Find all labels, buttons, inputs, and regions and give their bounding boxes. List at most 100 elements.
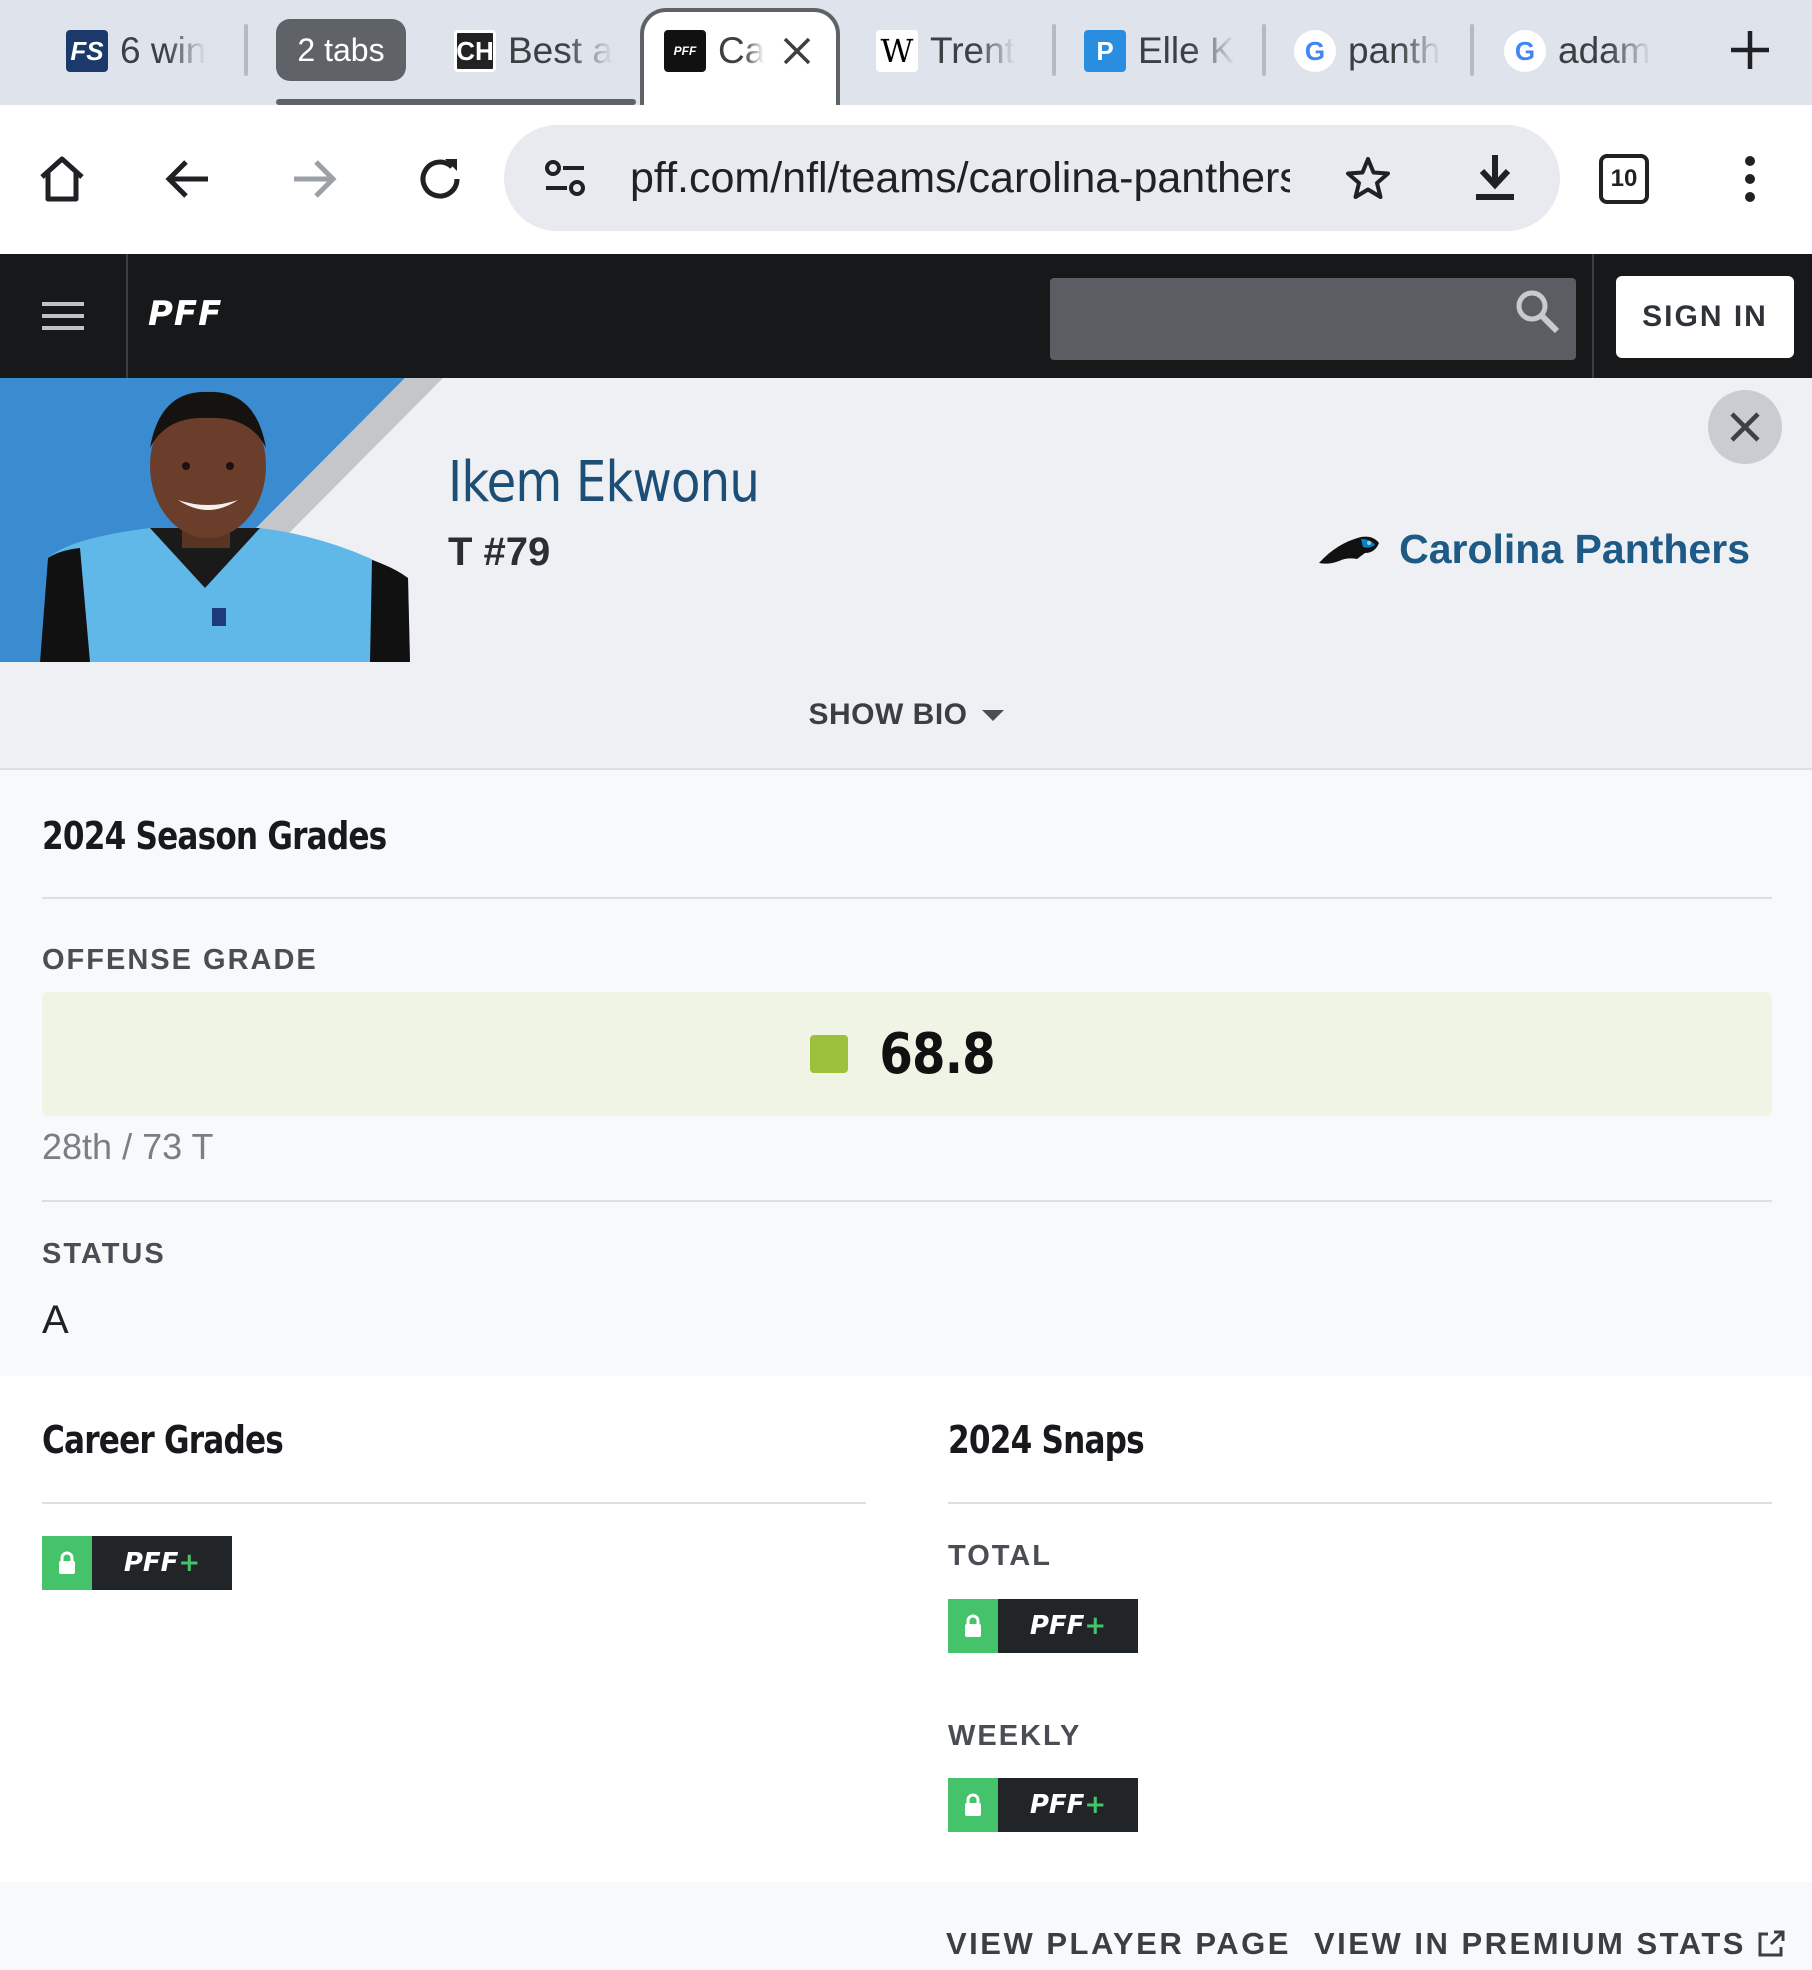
p-favicon-icon: P	[1084, 30, 1126, 72]
tab-switcher-button[interactable]: 10	[1586, 141, 1662, 217]
sign-in-button[interactable]: SIGN IN	[1616, 276, 1794, 358]
career-and-snaps-section: Career Grades PFF + 2024 Snaps TOTAL PFF +…	[0, 1376, 1812, 1882]
tab-group-chip[interactable]: 2 tabs	[276, 19, 406, 81]
tab-label: adam	[1558, 30, 1651, 71]
reload-button[interactable]	[402, 141, 478, 217]
player-position-number: T #79	[448, 530, 551, 574]
browser-tab-6[interactable]: G panth	[1294, 16, 1454, 86]
google-favicon-icon: G	[1294, 30, 1336, 72]
tab-separator	[244, 24, 248, 76]
pff-logo[interactable]: PFF	[148, 294, 222, 334]
site-header: PFF SIGN IN	[0, 254, 1812, 378]
browser-tab-3-active[interactable]: PFF Ca	[664, 16, 824, 86]
tab-label: Ca	[718, 30, 764, 71]
browser-tab-7[interactable]: G adam	[1504, 16, 1664, 86]
pff-favicon-icon: PFF	[664, 30, 706, 72]
plus-icon	[1731, 31, 1769, 69]
offense-grade-label: OFFENSE GRADE	[42, 944, 318, 976]
external-link-icon	[1758, 1930, 1785, 1957]
address-bar[interactable]: pff.com/nfl/teams/carolina-panthers	[504, 125, 1560, 231]
offense-grade-box: 68.8	[42, 992, 1772, 1116]
hamburger-menu-button[interactable]	[0, 254, 128, 378]
team-name[interactable]: Carolina Panthers	[1399, 526, 1750, 573]
divider	[42, 897, 1772, 899]
forward-button[interactable]	[276, 141, 352, 217]
show-bio-label: SHOW BIO	[808, 698, 968, 731]
pff-plus-locked-badge[interactable]: PFF +	[42, 1536, 232, 1590]
pff-plus-logo: PFF +	[998, 1778, 1138, 1832]
player-card-footer: VIEW PLAYER PAGE VIEW IN PREMIUM STATS	[0, 1882, 1812, 1970]
player-header: Ikem Ekwonu T #79 Carolina Panthers	[0, 378, 1812, 664]
tab-separator	[1052, 24, 1056, 76]
browser-menu-button[interactable]	[1712, 141, 1788, 217]
view-premium-stats-link[interactable]: VIEW IN PREMIUM STATS	[1314, 1926, 1786, 1962]
header-divider	[1592, 254, 1594, 378]
show-bio-toggle[interactable]: SHOW BIO	[0, 662, 1812, 770]
tab-label: 6 win	[120, 30, 207, 71]
browser-tab-2[interactable]: CH Best a	[454, 16, 614, 86]
tab-label: panth	[1348, 30, 1441, 71]
snaps-title: 2024 Snaps	[948, 1418, 1145, 1462]
chevron-down-icon	[981, 709, 1004, 721]
site-settings-icon[interactable]	[542, 155, 588, 206]
player-name: Ikem Ekwonu	[448, 450, 760, 515]
bookmark-star-icon[interactable]	[1344, 155, 1392, 208]
kebab-menu-icon	[1745, 156, 1755, 202]
grade-rank: 28th / 73 T	[42, 1126, 214, 1167]
divider	[42, 1200, 1772, 1202]
hamburger-icon	[42, 302, 84, 330]
browser-toolbar: pff.com/nfl/teams/carolina-panthers 10	[0, 105, 1812, 256]
tab-label: Trent	[930, 30, 1015, 71]
team-link[interactable]: Carolina Panthers	[1317, 526, 1750, 573]
pff-plus-locked-badge[interactable]: PFF +	[948, 1599, 1138, 1653]
tab-label: Best a	[508, 30, 613, 71]
player-photo	[0, 378, 443, 662]
back-button[interactable]	[150, 141, 226, 217]
season-grades-title: 2024 Season Grades	[42, 814, 387, 858]
pff-plus-logo: PFF +	[92, 1536, 232, 1590]
wikipedia-favicon-icon: W	[876, 30, 918, 72]
pff-plus-locked-badge[interactable]: PFF +	[948, 1778, 1138, 1832]
status-value: A	[42, 1298, 69, 1342]
reload-icon	[420, 159, 460, 199]
pff-plus-logo: PFF +	[998, 1599, 1138, 1653]
career-grades-title: Career Grades	[42, 1418, 284, 1462]
close-player-card-button[interactable]	[1708, 390, 1782, 464]
url-text[interactable]: pff.com/nfl/teams/carolina-panthers	[630, 151, 1290, 205]
search-icon[interactable]	[1514, 288, 1560, 339]
close-icon	[1730, 412, 1760, 442]
lock-icon	[42, 1536, 92, 1590]
view-premium-stats-label: VIEW IN PREMIUM STATS	[1314, 1926, 1746, 1961]
panther-logo-icon	[1319, 536, 1380, 564]
tab-separator	[1470, 24, 1474, 76]
site-search-input[interactable]	[1050, 278, 1576, 360]
season-grades-section: 2024 Season Grades OFFENSE GRADE 68.8 28…	[0, 770, 1812, 1376]
browser-tab-4[interactable]: W Trent	[876, 16, 1036, 86]
lock-icon	[948, 1778, 998, 1832]
view-player-page-link[interactable]: VIEW PLAYER PAGE	[946, 1926, 1291, 1962]
tab-separator	[1262, 24, 1266, 76]
status-label: STATUS	[42, 1238, 166, 1270]
grade-color-swatch	[809, 1035, 848, 1073]
home-button[interactable]	[24, 141, 100, 217]
ch-favicon-icon: CH	[454, 30, 496, 72]
home-icon	[40, 156, 84, 202]
arrow-right-icon	[294, 160, 337, 198]
download-icon[interactable]	[1472, 153, 1518, 208]
browser-tab-strip: FS 6 win 2 tabs CH Best a PFF Ca W Trent…	[0, 0, 1812, 108]
arrow-left-icon	[165, 160, 208, 198]
browser-tab-5[interactable]: P Elle K	[1084, 16, 1244, 86]
total-snaps-label: TOTAL	[948, 1540, 1052, 1572]
offense-grade-value: 68.8	[879, 1021, 995, 1087]
tab-count-icon: 10	[1599, 154, 1649, 204]
divider	[42, 1502, 866, 1504]
fs-favicon-icon: FS	[66, 30, 108, 72]
browser-tab-1[interactable]: FS 6 win	[66, 16, 236, 86]
new-tab-button[interactable]	[1720, 20, 1780, 80]
close-tab-icon[interactable]	[782, 36, 812, 66]
weekly-snaps-label: WEEKLY	[948, 1720, 1082, 1752]
divider	[948, 1502, 1772, 1504]
lock-icon	[948, 1599, 998, 1653]
google-favicon-icon: G	[1504, 30, 1546, 72]
tab-label: Elle K	[1138, 30, 1235, 71]
